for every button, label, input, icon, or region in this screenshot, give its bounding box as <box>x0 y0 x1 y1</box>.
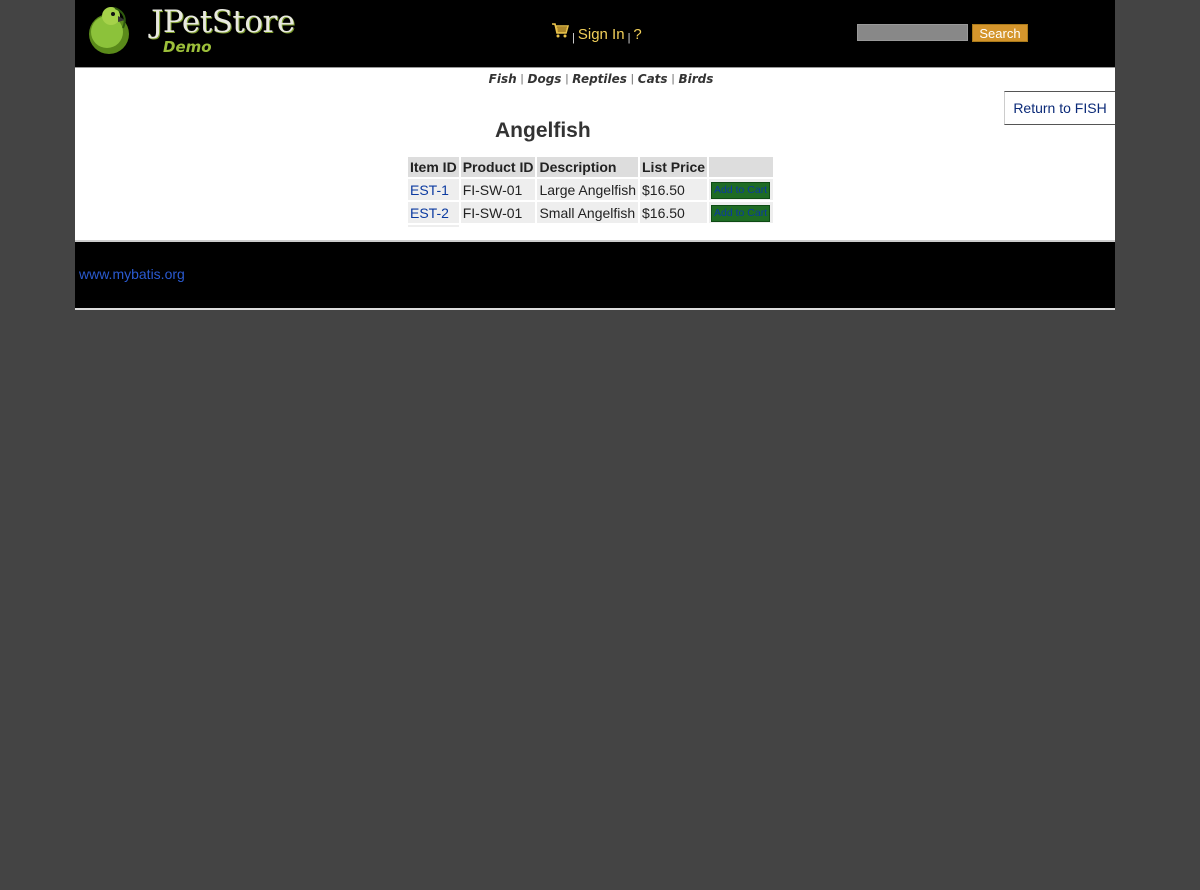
item-id-link[interactable]: EST-1 <box>410 182 449 198</box>
cart-icon <box>552 23 570 38</box>
description-cell: Small Angelfish <box>537 202 638 223</box>
quick-link-dogs[interactable]: Dogs <box>528 72 562 86</box>
search-form: Search <box>857 24 1028 42</box>
add-to-cart-button[interactable]: Add to Cart <box>711 205 771 222</box>
column-header-product-id: Product ID <box>460 157 536 177</box>
price-cell: $16.50 <box>640 202 708 223</box>
quick-link-separator: | <box>565 73 569 85</box>
quick-link-separator: | <box>630 73 634 85</box>
table-spacer-row <box>408 225 773 227</box>
mybatis-link[interactable]: www.mybatis.org <box>79 266 185 282</box>
search-input[interactable] <box>857 24 968 41</box>
return-to-category-link[interactable]: Return to FISH <box>1004 91 1115 125</box>
footer: www.mybatis.org <box>75 242 1115 310</box>
help-link[interactable]: ? <box>633 26 641 44</box>
parrot-logo-icon <box>89 7 129 54</box>
price-cell: $16.50 <box>640 179 708 200</box>
cart-link[interactable] <box>551 22 570 44</box>
item-table: Item ID Product ID Description List Pric… <box>406 155 775 229</box>
quick-link-separator: | <box>520 73 524 85</box>
column-header-item-id: Item ID <box>408 157 459 177</box>
item-id-link[interactable]: EST-2 <box>410 205 449 221</box>
quick-links: Fish | Dogs | Reptiles | Cats | Birds <box>75 67 1115 90</box>
add-to-cart-button[interactable]: Add to Cart <box>711 182 771 199</box>
table-header-row: Item ID Product ID Description List Pric… <box>408 157 774 177</box>
product-id-cell: FI-SW-01 <box>460 179 536 200</box>
brand-name: JPetStore <box>151 4 295 40</box>
column-header-list-price: List Price <box>640 157 708 177</box>
sign-in-link[interactable]: Sign In <box>578 26 625 44</box>
table-row: EST-2 FI-SW-01 Small Angelfish $16.50 Ad… <box>408 202 774 223</box>
quick-link-fish[interactable]: Fish <box>489 72 517 86</box>
quick-link-cats[interactable]: Cats <box>638 72 668 86</box>
page: JPetStore Demo | Sign In | ? Search Fish <box>75 0 1115 310</box>
description-cell: Large Angelfish <box>537 179 638 200</box>
quick-link-reptiles[interactable]: Reptiles <box>572 72 627 86</box>
quick-link-separator: | <box>671 73 675 85</box>
main-content: Return to FISH Angelfish Item ID Product… <box>75 90 1115 242</box>
logo-link[interactable]: JPetStore Demo <box>83 2 295 58</box>
header: JPetStore Demo | Sign In | ? Search <box>75 0 1115 67</box>
search-button[interactable]: Search <box>972 24 1028 42</box>
menu-separator: | <box>627 32 631 44</box>
menu-separator: | <box>572 32 575 44</box>
column-header-description: Description <box>537 157 638 177</box>
product-id-cell: FI-SW-01 <box>460 202 536 223</box>
quick-link-birds[interactable]: Birds <box>678 72 713 86</box>
column-header-action <box>709 157 774 177</box>
product-title: Angelfish <box>495 119 591 142</box>
header-menu: | Sign In | ? <box>551 22 642 44</box>
table-row: EST-1 FI-SW-01 Large Angelfish $16.50 Ad… <box>408 179 774 200</box>
brand-subtitle: Demo <box>163 38 212 56</box>
